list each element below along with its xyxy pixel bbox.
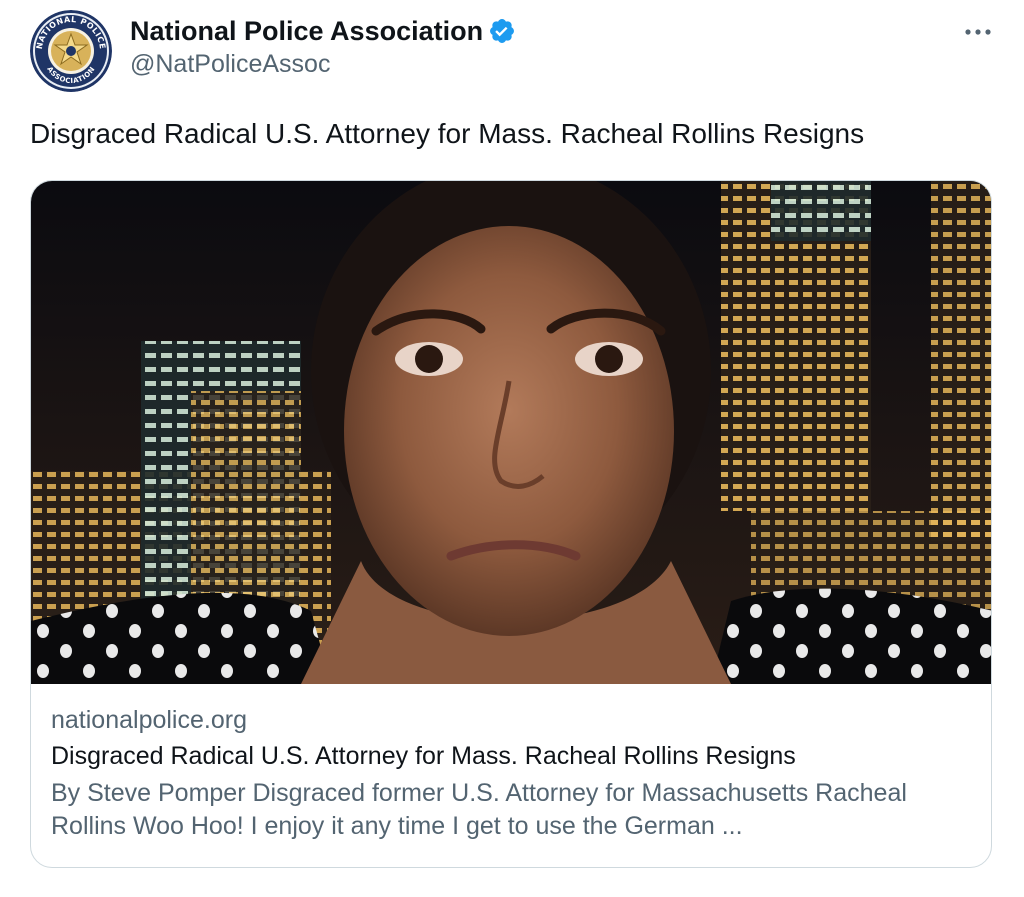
avatar[interactable]: NATIONAL POLICE ASSOCIATION <box>30 10 112 92</box>
tweet-text: Disgraced Radical U.S. Attorney for Mass… <box>30 118 865 149</box>
tweet-header: National Police Association @NatPoliceAs… <box>130 14 516 79</box>
national-police-association-logo-icon: NATIONAL POLICE ASSOCIATION <box>30 10 112 92</box>
card-image[interactable] <box>31 181 992 684</box>
card-domain[interactable]: nationalpolice.org <box>51 703 971 737</box>
display-name[interactable]: National Police Association <box>130 16 483 47</box>
tweet: NATIONAL POLICE ASSOCIATION National Pol… <box>0 0 1024 897</box>
verified-badge-icon[interactable] <box>488 17 516 45</box>
name-row: National Police Association <box>130 14 516 48</box>
more-options-icon[interactable] <box>962 18 994 46</box>
card-body: nationalpolice.org Disgraced Radical U.S… <box>51 703 971 843</box>
card-title[interactable]: Disgraced Radical U.S. Attorney for Mass… <box>51 737 971 775</box>
handle[interactable]: @NatPoliceAssoc <box>130 50 516 79</box>
card-description: By Steve Pomper Disgraced former U.S. At… <box>51 779 907 840</box>
link-card[interactable]: nationalpolice.org Disgraced Radical U.S… <box>30 180 992 868</box>
